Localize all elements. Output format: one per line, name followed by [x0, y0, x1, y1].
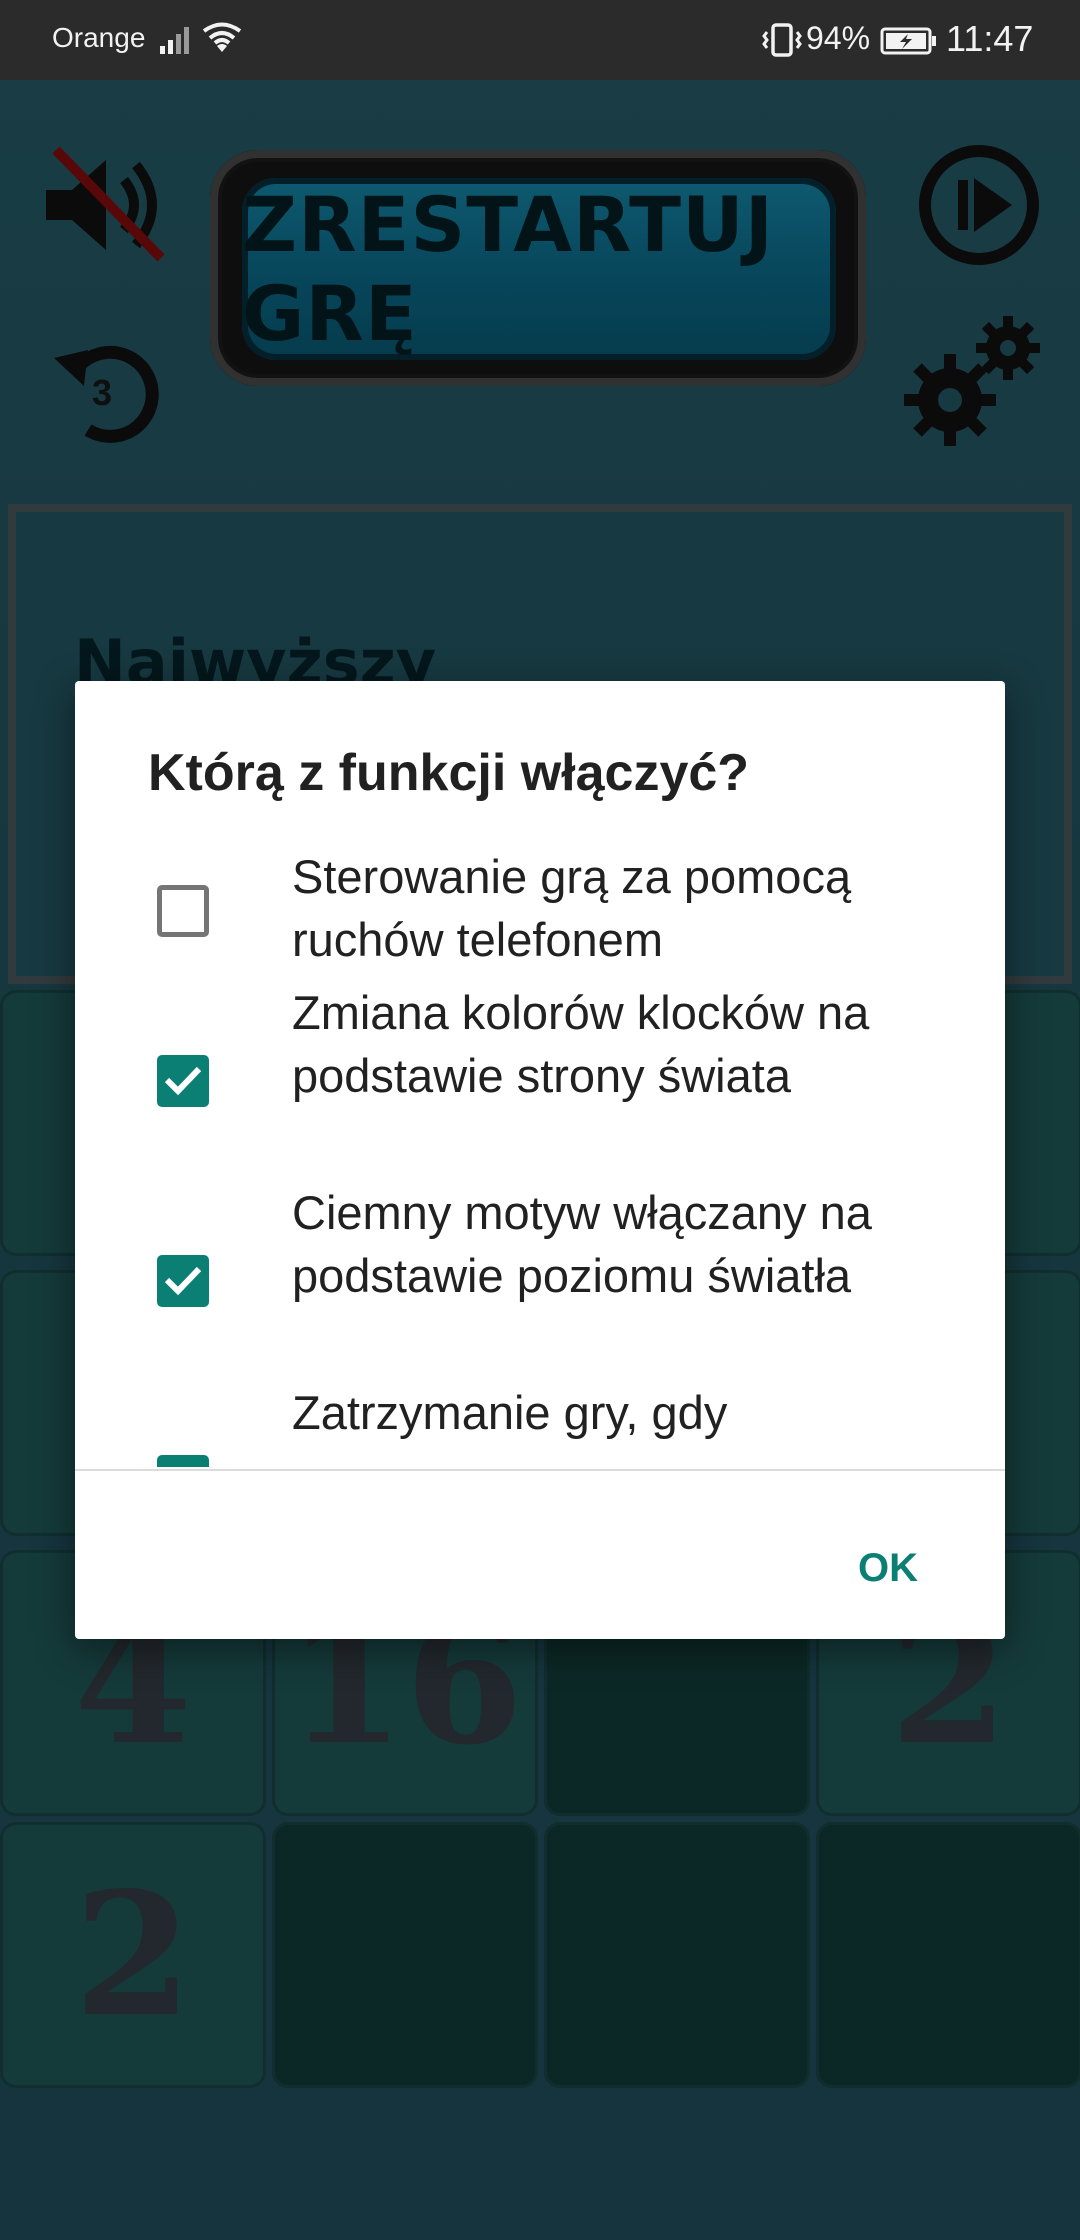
- option-motion-control[interactable]: Sterowanie grą za pomocą ruchów telefone…: [75, 851, 1005, 966]
- option-dark-theme[interactable]: Ciemny motyw włączany na podstawie pozio…: [75, 1181, 1005, 1371]
- options-list[interactable]: Sterowanie grą za pomocą ruchów telefone…: [75, 851, 1005, 1467]
- wifi-icon: [202, 22, 242, 61]
- signal-icon: [158, 24, 194, 61]
- clock: 11:47: [946, 18, 1034, 59]
- feature-dialog: Którą z funkcji włączyć? Sterowanie grą …: [75, 681, 1005, 1639]
- carrier-name: Orange: [52, 22, 146, 53]
- battery-percent: 94%: [806, 20, 871, 56]
- battery-icon: [880, 26, 938, 61]
- dialog-title: Którą z funkcji włączyć?: [148, 744, 750, 802]
- checkbox-checked[interactable]: [157, 1055, 209, 1107]
- ok-button[interactable]: OK: [823, 1533, 953, 1603]
- option-pause-game[interactable]: Zatrzymanie gry, gdy: [75, 1381, 1005, 1467]
- option-label: Sterowanie grą za pomocą ruchów telefone…: [292, 851, 852, 966]
- status-bar: Orange 94% 11:47: [0, 0, 1080, 80]
- option-label: Zmiana kolorów klocków na podstawie stro…: [292, 986, 870, 1102]
- option-label: Zatrzymanie gry, gdy: [292, 1386, 728, 1439]
- checkbox-unchecked[interactable]: [157, 885, 209, 937]
- option-label: Ciemny motyw włączany na podstawie pozio…: [292, 1186, 872, 1302]
- checkbox-checked[interactable]: [157, 1455, 209, 1467]
- dialog-divider: [75, 1469, 1005, 1471]
- checkbox-checked[interactable]: [157, 1255, 209, 1307]
- vibrate-icon: [760, 22, 804, 63]
- option-compass-colors[interactable]: Zmiana kolorów klocków na podstawie stro…: [75, 981, 1005, 1171]
